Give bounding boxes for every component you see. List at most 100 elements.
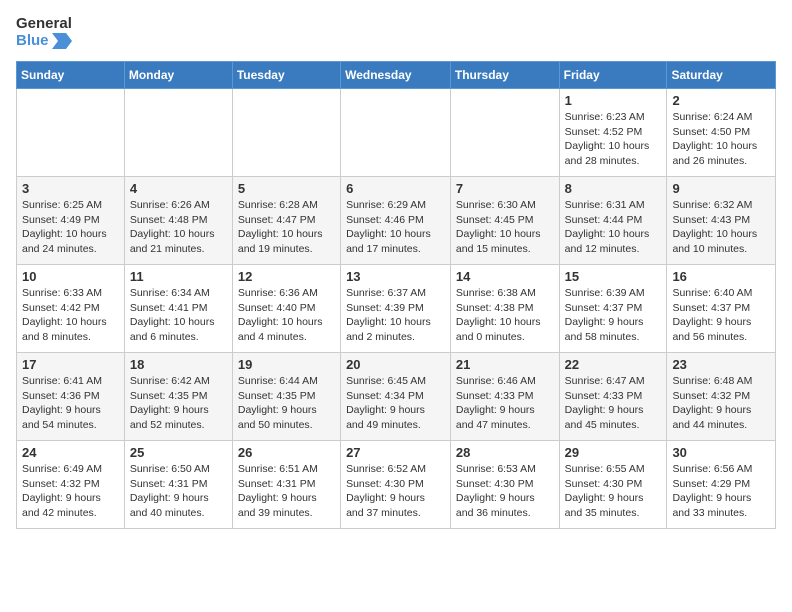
day-info: Sunrise: 6:45 AMSunset: 4:34 PMDaylight:… [346,374,445,433]
calendar-cell: 26 Sunrise: 6:51 AMSunset: 4:31 PMDayligh… [232,441,340,529]
logo: General Blue [16,16,72,49]
day-info: Sunrise: 6:55 AMSunset: 4:30 PMDaylight:… [565,462,662,521]
day-number: 10 [22,269,119,284]
day-info: Sunrise: 6:48 AMSunset: 4:32 PMDaylight:… [672,374,770,433]
day-number: 13 [346,269,445,284]
calendar-cell: 23 Sunrise: 6:48 AMSunset: 4:32 PMDayligh… [667,353,776,441]
calendar-header-row: SundayMondayTuesdayWednesdayThursdayFrid… [17,62,776,89]
calendar-cell: 4 Sunrise: 6:26 AMSunset: 4:48 PMDaylight… [124,177,232,265]
day-number: 16 [672,269,770,284]
logo-arrow-icon [52,33,72,49]
day-number: 1 [565,93,662,108]
calendar-cell: 29 Sunrise: 6:55 AMSunset: 4:30 PMDayligh… [559,441,667,529]
day-info: Sunrise: 6:53 AMSunset: 4:30 PMDaylight:… [456,462,554,521]
day-info: Sunrise: 6:52 AMSunset: 4:30 PMDaylight:… [346,462,445,521]
day-info: Sunrise: 6:51 AMSunset: 4:31 PMDaylight:… [238,462,335,521]
calendar-cell [341,89,451,177]
day-number: 22 [565,357,662,372]
calendar-cell [450,89,559,177]
calendar-cell: 27 Sunrise: 6:52 AMSunset: 4:30 PMDayligh… [341,441,451,529]
weekday-header: Saturday [667,62,776,89]
calendar-cell: 11Sunrise: 6:34 AMSunset: 4:41 PMDayligh… [124,265,232,353]
calendar-cell [17,89,125,177]
calendar-cell: 24 Sunrise: 6:49 AMSunset: 4:32 PMDayligh… [17,441,125,529]
calendar-week-row: 3 Sunrise: 6:25 AMSunset: 4:49 PMDaylight… [17,177,776,265]
day-info: Sunrise: 6:39 AMSunset: 4:37 PMDaylight:… [565,286,662,345]
calendar-cell: 15 Sunrise: 6:39 AMSunset: 4:37 PMDayligh… [559,265,667,353]
day-number: 11 [130,269,227,284]
day-info: Sunrise: 6:29 AMSunset: 4:46 PMDaylight:… [346,198,445,257]
calendar-cell: 5 Sunrise: 6:28 AMSunset: 4:47 PMDaylight… [232,177,340,265]
day-info: Sunrise: 6:50 AMSunset: 4:31 PMDaylight:… [130,462,227,521]
calendar-week-row: 17Sunrise: 6:41 AMSunset: 4:36 PMDayligh… [17,353,776,441]
day-info: Sunrise: 6:38 AMSunset: 4:38 PMDaylight:… [456,286,554,345]
weekday-header: Sunday [17,62,125,89]
day-number: 27 [346,445,445,460]
calendar-cell: 30 Sunrise: 6:56 AMSunset: 4:29 PMDayligh… [667,441,776,529]
calendar-week-row: 1 Sunrise: 6:23 AMSunset: 4:52 PMDaylight… [17,89,776,177]
day-number: 19 [238,357,335,372]
day-info: Sunrise: 6:28 AMSunset: 4:47 PMDaylight:… [238,198,335,257]
day-info: Sunrise: 6:26 AMSunset: 4:48 PMDaylight:… [130,198,227,257]
day-number: 7 [456,181,554,196]
weekday-header: Monday [124,62,232,89]
day-number: 28 [456,445,554,460]
day-info: Sunrise: 6:42 AMSunset: 4:35 PMDaylight:… [130,374,227,433]
day-number: 30 [672,445,770,460]
day-number: 21 [456,357,554,372]
weekday-header: Wednesday [341,62,451,89]
day-info: Sunrise: 6:25 AMSunset: 4:49 PMDaylight:… [22,198,119,257]
calendar-cell: 20Sunrise: 6:45 AMSunset: 4:34 PMDayligh… [341,353,451,441]
page-header: General Blue [16,16,776,49]
day-info: Sunrise: 6:44 AMSunset: 4:35 PMDaylight:… [238,374,335,433]
calendar-cell: 12 Sunrise: 6:36 AMSunset: 4:40 PMDayligh… [232,265,340,353]
calendar-cell: 3 Sunrise: 6:25 AMSunset: 4:49 PMDaylight… [17,177,125,265]
calendar-week-row: 24 Sunrise: 6:49 AMSunset: 4:32 PMDayligh… [17,441,776,529]
day-number: 26 [238,445,335,460]
calendar-cell: 13 Sunrise: 6:37 AMSunset: 4:39 PMDayligh… [341,265,451,353]
calendar-table: SundayMondayTuesdayWednesdayThursdayFrid… [16,61,776,529]
day-info: Sunrise: 6:36 AMSunset: 4:40 PMDaylight:… [238,286,335,345]
logo-general: General [16,16,72,33]
weekday-header: Friday [559,62,667,89]
calendar-cell: 25 Sunrise: 6:50 AMSunset: 4:31 PMDayligh… [124,441,232,529]
day-info: Sunrise: 6:56 AMSunset: 4:29 PMDaylight:… [672,462,770,521]
day-info: Sunrise: 6:37 AMSunset: 4:39 PMDaylight:… [346,286,445,345]
calendar-cell: 18Sunrise: 6:42 AMSunset: 4:35 PMDayligh… [124,353,232,441]
calendar-cell: 2Sunrise: 6:24 AMSunset: 4:50 PMDaylight… [667,89,776,177]
day-info: Sunrise: 6:47 AMSunset: 4:33 PMDaylight:… [565,374,662,433]
day-info: Sunrise: 6:32 AMSunset: 4:43 PMDaylight:… [672,198,770,257]
calendar-week-row: 10 Sunrise: 6:33 AMSunset: 4:42 PMDayligh… [17,265,776,353]
calendar-cell: 16 Sunrise: 6:40 AMSunset: 4:37 PMDayligh… [667,265,776,353]
calendar-cell [232,89,340,177]
day-info: Sunrise: 6:23 AMSunset: 4:52 PMDaylight:… [565,110,662,169]
calendar-cell: 28 Sunrise: 6:53 AMSunset: 4:30 PMDayligh… [450,441,559,529]
day-number: 9 [672,181,770,196]
day-number: 24 [22,445,119,460]
day-info: Sunrise: 6:40 AMSunset: 4:37 PMDaylight:… [672,286,770,345]
day-number: 3 [22,181,119,196]
day-number: 25 [130,445,227,460]
day-number: 12 [238,269,335,284]
day-number: 2 [672,93,770,108]
calendar-cell: 17Sunrise: 6:41 AMSunset: 4:36 PMDayligh… [17,353,125,441]
calendar-cell: 10 Sunrise: 6:33 AMSunset: 4:42 PMDayligh… [17,265,125,353]
day-number: 5 [238,181,335,196]
calendar-cell [124,89,232,177]
day-number: 8 [565,181,662,196]
day-info: Sunrise: 6:46 AMSunset: 4:33 PMDaylight:… [456,374,554,433]
day-number: 17 [22,357,119,372]
day-number: 29 [565,445,662,460]
calendar-cell: 19 Sunrise: 6:44 AMSunset: 4:35 PMDayligh… [232,353,340,441]
calendar-cell: 9 Sunrise: 6:32 AMSunset: 4:43 PMDaylight… [667,177,776,265]
day-info: Sunrise: 6:33 AMSunset: 4:42 PMDaylight:… [22,286,119,345]
day-info: Sunrise: 6:49 AMSunset: 4:32 PMDaylight:… [22,462,119,521]
day-number: 14 [456,269,554,284]
day-number: 6 [346,181,445,196]
day-number: 4 [130,181,227,196]
calendar-cell: 21 Sunrise: 6:46 AMSunset: 4:33 PMDayligh… [450,353,559,441]
calendar-cell: 14 Sunrise: 6:38 AMSunset: 4:38 PMDayligh… [450,265,559,353]
day-number: 15 [565,269,662,284]
day-number: 23 [672,357,770,372]
day-info: Sunrise: 6:30 AMSunset: 4:45 PMDaylight:… [456,198,554,257]
